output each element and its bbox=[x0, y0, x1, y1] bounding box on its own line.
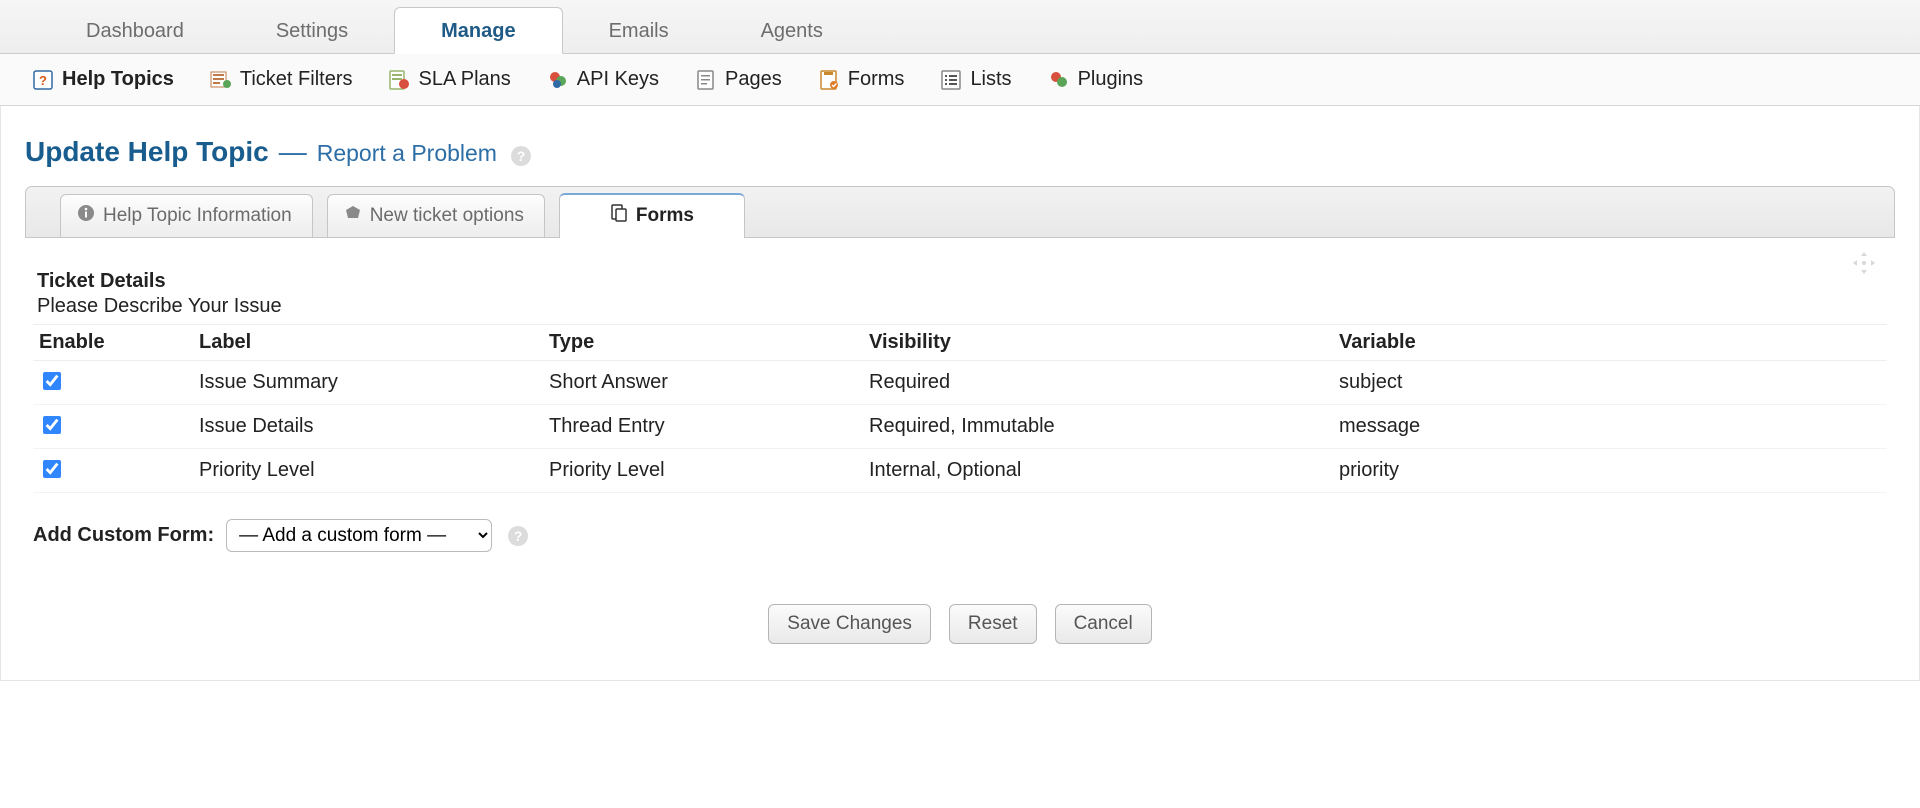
subtab-label: SLA Plans bbox=[418, 68, 510, 91]
subtab-label: Lists bbox=[970, 68, 1011, 91]
field-label: Priority Level bbox=[193, 449, 543, 493]
field-visibility: Internal, Optional bbox=[863, 449, 1333, 493]
field-visibility: Required bbox=[863, 361, 1333, 405]
field-variable: priority bbox=[1333, 449, 1887, 493]
add-custom-form-row: Add Custom Form: — Add a custom form — ? bbox=[33, 519, 1887, 552]
col-variable: Variable bbox=[1333, 325, 1887, 361]
subtab-lists[interactable]: Lists bbox=[936, 64, 1015, 95]
tab-dashboard[interactable]: Dashboard bbox=[40, 8, 230, 53]
tab-manage[interactable]: Manage bbox=[394, 7, 562, 54]
form-block-subtitle: Please Describe Your Issue bbox=[37, 295, 1887, 318]
field-variable: message bbox=[1333, 405, 1887, 449]
drag-handle-icon[interactable] bbox=[1851, 250, 1877, 283]
subtab-ticket-filters[interactable]: Ticket Filters bbox=[206, 64, 357, 95]
help-icon[interactable]: ? bbox=[508, 526, 528, 546]
inner-tab-new-ticket-options[interactable]: New ticket options bbox=[327, 194, 545, 237]
subtab-label: API Keys bbox=[577, 68, 659, 91]
subtab-help-topics[interactable]: ? Help Topics bbox=[28, 64, 178, 95]
inner-tab-label: Forms bbox=[636, 205, 694, 227]
field-variable: subject bbox=[1333, 361, 1887, 405]
col-label: Label bbox=[193, 325, 543, 361]
subtab-forms[interactable]: Forms bbox=[814, 64, 909, 95]
col-enable: Enable bbox=[33, 325, 193, 361]
form-block-title: Ticket Details bbox=[37, 270, 1887, 293]
filter-icon bbox=[210, 69, 232, 91]
sla-icon bbox=[388, 69, 410, 91]
table-header-row: Enable Label Type Visibility Variable bbox=[33, 325, 1887, 361]
page-title-sub: Report a Problem bbox=[317, 140, 497, 167]
inner-tab-label: Help Topic Information bbox=[103, 205, 292, 227]
forms-panel: Ticket Details Please Describe Your Issu… bbox=[25, 238, 1895, 570]
table-row: Issue Details Thread Entry Required, Imm… bbox=[33, 405, 1887, 449]
page-icon bbox=[695, 69, 717, 91]
tab-label: Manage bbox=[441, 20, 515, 42]
forms-icon bbox=[610, 204, 628, 228]
secondary-tab-bar: ? Help Topics Ticket Filters SLA Plans A… bbox=[0, 54, 1920, 106]
field-label: Issue Summary bbox=[193, 361, 543, 405]
tab-emails[interactable]: Emails bbox=[563, 8, 715, 53]
subtab-api-keys[interactable]: API Keys bbox=[543, 64, 663, 95]
add-custom-form-select[interactable]: — Add a custom form — bbox=[226, 519, 492, 552]
tab-label: Dashboard bbox=[86, 20, 184, 42]
field-label: Issue Details bbox=[193, 405, 543, 449]
inner-tab-forms[interactable]: Forms bbox=[559, 193, 745, 238]
field-visibility: Required, Immutable bbox=[863, 405, 1333, 449]
table-row: Issue Summary Short Answer Required subj… bbox=[33, 361, 1887, 405]
primary-tab-bar: Dashboard Settings Manage Emails Agents bbox=[0, 0, 1920, 54]
subtab-label: Forms bbox=[848, 68, 905, 91]
field-type: Priority Level bbox=[543, 449, 863, 493]
page-title-dash: — bbox=[279, 136, 307, 168]
ticket-icon bbox=[344, 204, 362, 228]
enable-checkbox[interactable] bbox=[43, 416, 61, 434]
inner-tab-bar: Help Topic Information New ticket option… bbox=[25, 186, 1895, 238]
col-visibility: Visibility bbox=[863, 325, 1333, 361]
help-icon[interactable]: ? bbox=[511, 146, 531, 166]
page-title-main: Update Help Topic bbox=[25, 136, 269, 168]
inner-tab-label: New ticket options bbox=[370, 205, 524, 227]
table-row: Priority Level Priority Level Internal, … bbox=[33, 449, 1887, 493]
info-icon bbox=[77, 204, 95, 228]
list-icon bbox=[940, 69, 962, 91]
tab-agents[interactable]: Agents bbox=[715, 8, 869, 53]
reset-button[interactable]: Reset bbox=[949, 604, 1037, 644]
tab-label: Emails bbox=[609, 20, 669, 42]
field-type: Short Answer bbox=[543, 361, 863, 405]
form-icon bbox=[818, 69, 840, 91]
add-custom-form-label: Add Custom Form: bbox=[33, 524, 214, 547]
subtab-label: Plugins bbox=[1078, 68, 1144, 91]
cancel-button[interactable]: Cancel bbox=[1055, 604, 1152, 644]
enable-checkbox[interactable] bbox=[43, 372, 61, 390]
subtab-plugins[interactable]: Plugins bbox=[1044, 64, 1148, 95]
content-area: Update Help Topic — Report a Problem ? H… bbox=[0, 106, 1920, 681]
subtab-label: Pages bbox=[725, 68, 782, 91]
help-topic-icon: ? bbox=[32, 69, 54, 91]
enable-checkbox[interactable] bbox=[43, 460, 61, 478]
fields-table: Enable Label Type Visibility Variable Is… bbox=[33, 324, 1887, 493]
field-type: Thread Entry bbox=[543, 405, 863, 449]
col-type: Type bbox=[543, 325, 863, 361]
tab-settings[interactable]: Settings bbox=[230, 8, 394, 53]
page-title: Update Help Topic — Report a Problem ? bbox=[25, 136, 1895, 168]
svg-text:?: ? bbox=[39, 73, 47, 88]
tab-label: Agents bbox=[761, 20, 823, 42]
inner-tab-help-topic-info[interactable]: Help Topic Information bbox=[60, 194, 313, 237]
subtab-pages[interactable]: Pages bbox=[691, 64, 786, 95]
subtab-label: Ticket Filters bbox=[240, 68, 353, 91]
subtab-label: Help Topics bbox=[62, 68, 174, 91]
action-buttons: Save Changes Reset Cancel bbox=[25, 604, 1895, 644]
plugin-icon bbox=[1048, 69, 1070, 91]
save-button[interactable]: Save Changes bbox=[768, 604, 931, 644]
api-icon bbox=[547, 69, 569, 91]
tab-label: Settings bbox=[276, 20, 348, 42]
subtab-sla-plans[interactable]: SLA Plans bbox=[384, 64, 514, 95]
